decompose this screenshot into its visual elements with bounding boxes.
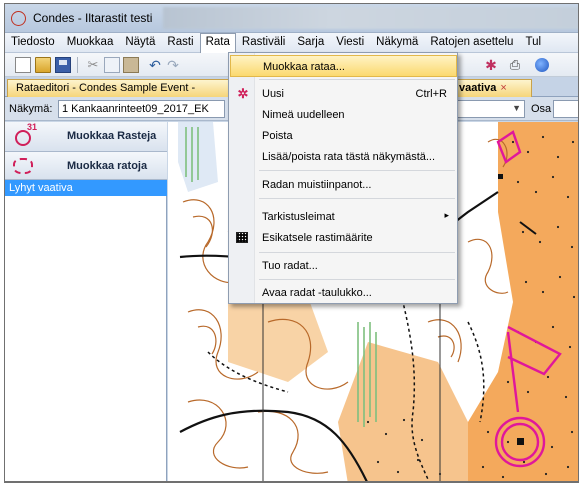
menu-ratojen-asettelu[interactable]: Ratojen asettelu (424, 33, 519, 53)
left-panel: 31 Muokkaa Rasteja Muokkaa ratoja Lyhyt … (5, 122, 167, 481)
menu-item-label: Tuo radat... (262, 260, 318, 272)
help-icon[interactable] (535, 58, 549, 72)
tab-course-editor[interactable]: Rataeditori - Condes Sample Event - (7, 79, 231, 97)
print-icon[interactable]: ⎙ (507, 57, 523, 73)
menu-item-label: Nimeä uudelleen (262, 109, 345, 121)
window-title: Condes - Iltarastit testi (33, 11, 153, 25)
menu-item-check-punches[interactable]: Tarkistusleimat ▸ (230, 206, 457, 228)
menu-item-import-courses[interactable]: Tuo radat... (230, 255, 457, 277)
menu-sarja[interactable]: Sarja (291, 33, 330, 53)
course-tool-icon[interactable]: ✱ (483, 57, 499, 73)
menu-item-edit-course[interactable]: Muokkaa rataa... (230, 55, 457, 77)
menu-muokkaa[interactable]: Muokkaa (61, 33, 120, 53)
menu-separator (259, 279, 455, 280)
menu-separator (259, 170, 455, 171)
menu-item-label: Esikatsele rastimäärite (262, 232, 373, 244)
menu-item-label: Radan muistiinpanot... (262, 179, 372, 191)
menu-tiedosto[interactable]: Tiedosto (5, 33, 61, 53)
menu-tulosteet[interactable]: Tul (519, 33, 547, 53)
menu-item-label: Muokkaa rataa... (263, 61, 345, 73)
menu-item-label: Uusi (262, 88, 285, 100)
close-tab-icon[interactable]: × (500, 82, 506, 94)
menu-item-label: Avaa radat -taulukko... (262, 287, 372, 299)
control-number-badge: 31 (27, 122, 38, 132)
tab-label: vaativa (459, 82, 497, 94)
edit-courses-label: Muokkaa ratoja (67, 160, 148, 172)
undo-icon[interactable]: ↶ (147, 57, 163, 73)
app-icon (11, 11, 26, 26)
blurred-background-region (163, 7, 578, 29)
menu-item-label: Tarkistusleimat (262, 211, 335, 223)
menu-rata[interactable]: Rata (199, 33, 236, 53)
menu-item-label: Poista (262, 130, 293, 142)
save-icon[interactable] (55, 57, 71, 73)
edit-controls-label: Muokkaa Rasteja (67, 130, 157, 142)
menu-rasti[interactable]: Rasti (161, 33, 199, 53)
copy-icon[interactable] (104, 57, 120, 73)
menu-item-preview-descriptions[interactable]: Esikatsele rastimäärite (230, 227, 457, 249)
course-list: Lyhyt vaativa (5, 180, 167, 196)
menu-rastivali[interactable]: Rastiväli (236, 33, 291, 53)
menu-item-add-remove-from-view[interactable]: Lisää/poista rata tästä näkymästä... (230, 146, 457, 168)
chevron-down-icon: ▼ (512, 103, 521, 113)
open-folder-icon[interactable] (35, 57, 51, 73)
menu-separator (259, 252, 455, 253)
new-file-icon[interactable] (15, 57, 31, 73)
edit-courses-button[interactable]: Muokkaa ratoja (5, 152, 167, 180)
edit-controls-button[interactable]: 31 Muokkaa Rasteja (5, 122, 167, 152)
new-course-icon: ✲ (237, 86, 249, 101)
paste-icon[interactable] (123, 57, 139, 73)
menu-nayta[interactable]: Näytä (119, 33, 161, 53)
menu-separator (259, 198, 455, 199)
toolbar-separator (77, 57, 78, 73)
course-icon (13, 158, 33, 174)
tab-course-vaativa[interactable]: vaativa × (452, 79, 532, 97)
menu-viesti[interactable]: Viesti (330, 33, 370, 53)
view-select[interactable]: 1 Kankaanrinteet09_2017_EK (58, 100, 225, 118)
menu-item-new[interactable]: ✲ Uusi Ctrl+R (230, 83, 457, 105)
part-dropdown[interactable]: ▼ (455, 100, 525, 118)
menu-item-course-notes[interactable]: Radan muistiinpanot... (230, 174, 457, 196)
osa-label: Osa (531, 103, 552, 115)
view-label: Näkymä: (9, 103, 53, 115)
control-circle-icon: 31 (15, 122, 37, 146)
app-window: Condes - Iltarastit testi Tiedosto Muokk… (4, 3, 579, 483)
menu-bar: Tiedosto Muokkaa Näytä Rasti Rata Rastiv… (5, 33, 578, 53)
submenu-arrow-icon: ▸ (444, 210, 449, 220)
menu-item-delete[interactable]: Poista (230, 125, 457, 147)
menu-separator (259, 79, 455, 80)
osa-select[interactable] (553, 100, 578, 118)
description-grid-icon (236, 232, 248, 243)
menu-nakyma[interactable]: Näkymä (370, 33, 424, 53)
list-item[interactable]: Lyhyt vaativa (5, 180, 167, 196)
title-bar: Condes - Iltarastit testi (5, 4, 578, 33)
menu-item-open-course-table[interactable]: Avaa radat -taulukko... (230, 282, 457, 304)
cut-icon[interactable]: ✂ (85, 57, 101, 73)
menu-item-label: Lisää/poista rata tästä näkymästä... (262, 151, 436, 163)
menu-item-shortcut: Ctrl+R (415, 88, 447, 100)
redo-icon[interactable]: ↷ (165, 57, 181, 73)
rata-dropdown-menu: Muokkaa rataa... ✲ Uusi Ctrl+R Nimeä uud… (228, 52, 458, 304)
menu-item-rename[interactable]: Nimeä uudelleen (230, 104, 457, 126)
